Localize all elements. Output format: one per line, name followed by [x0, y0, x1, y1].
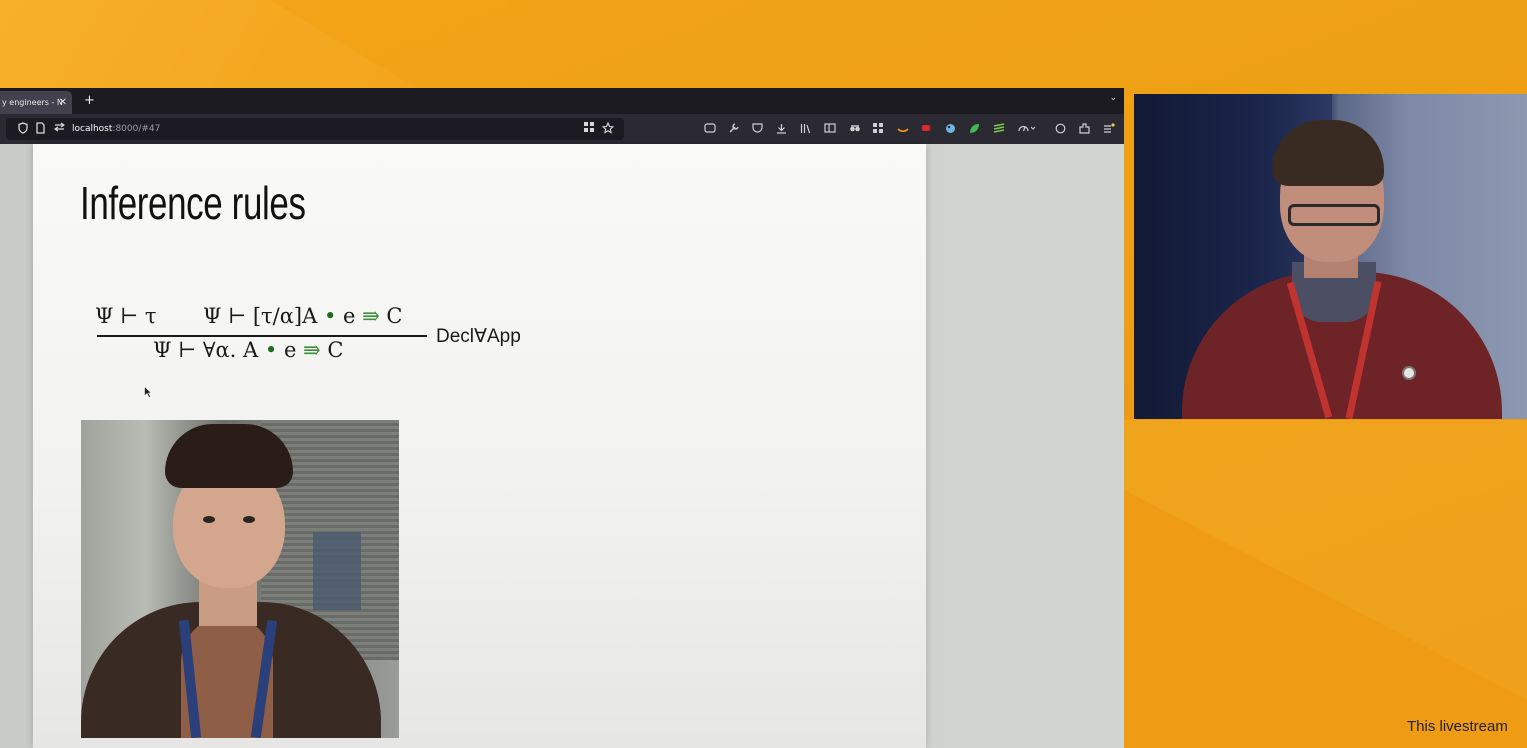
browser-window: y engineers - N ✕ + ⌄ localhost:8000/#47 [0, 88, 1124, 748]
inference-rule: Ψ ⊢ τ Ψ ⊢ [τ/α]A • e ⇛ C Ψ ⊢ ∀α. A • e ⇛… [95, 304, 555, 374]
record-extension-icon[interactable] [921, 123, 931, 137]
application-dot: • [323, 304, 337, 328]
list-tabs-button[interactable]: ⌄ [1109, 93, 1117, 103]
mouse-cursor-icon [144, 386, 152, 398]
stack-extension-icon[interactable] [993, 123, 1005, 137]
amazon-extension-icon[interactable] [897, 123, 909, 137]
synthesis-arrow: ⇛ [303, 338, 321, 362]
background-facet [0, 0, 420, 90]
close-tab-icon[interactable]: ✕ [59, 91, 67, 114]
speaker-glasses [1288, 204, 1380, 226]
premise-1: Ψ ⊢ τ [95, 304, 157, 328]
eye [243, 516, 255, 523]
meme-photo [81, 420, 399, 738]
palette-extension-icon[interactable] [945, 123, 956, 138]
conclusion-suffix: C [320, 338, 344, 362]
presentation-slide: Inference rules Ψ ⊢ τ Ψ ⊢ [τ/α]A • e ⇛ C… [33, 144, 926, 748]
sidebar-icon[interactable] [824, 123, 836, 137]
url-path: :8000/#47 [112, 124, 161, 134]
url-host: localhost [72, 124, 113, 134]
premise-2-prefix: Ψ ⊢ [τ/α]A [203, 304, 324, 328]
url-text[interactable]: localhost:8000/#47 [72, 122, 160, 136]
bookmark-star-icon[interactable] [601, 121, 615, 139]
premise-2: Ψ ⊢ [τ/α]A • e ⇛ C [203, 304, 402, 328]
library-icon[interactable] [800, 123, 811, 138]
application-dot: • [264, 338, 278, 362]
tab-bar: y engineers - N ✕ + ⌄ [0, 88, 1124, 114]
premise-2-suffix: C [379, 304, 403, 328]
shield-icon[interactable] [18, 122, 28, 139]
permissions-icon[interactable] [53, 122, 66, 137]
synthesis-arrow: ⇛ [362, 304, 380, 328]
slide-title: Inference rules [80, 177, 306, 229]
extensions-puzzle-icon[interactable] [1079, 123, 1090, 138]
url-bar[interactable]: localhost:8000/#47 [6, 118, 624, 140]
conclusion: Ψ ⊢ ∀α. A • e ⇛ C [153, 338, 343, 362]
incognito-icon[interactable] [849, 123, 861, 137]
tab-title: y engineers - N [2, 98, 63, 107]
speedometer-icon[interactable] [1018, 123, 1036, 137]
wall-poster [313, 532, 361, 610]
eye [203, 516, 215, 523]
leaf-extension-icon[interactable] [969, 123, 980, 138]
new-tab-button[interactable]: + [84, 91, 95, 111]
grid-icon[interactable] [584, 122, 594, 137]
wrench-icon[interactable] [728, 123, 739, 138]
conclusion-prefix: Ψ ⊢ ∀α. A [153, 338, 265, 362]
premise-2-mid: e [336, 304, 363, 328]
speaker-camera-feed [1134, 94, 1527, 419]
extension-icon[interactable] [704, 123, 716, 137]
download-icon[interactable] [776, 123, 787, 138]
rule-fraction-line [97, 335, 427, 337]
rule-name: Decl∀App [436, 326, 521, 347]
conclusion-mid: e [277, 338, 304, 362]
navigation-toolbar: localhost:8000/#47 [0, 114, 1124, 144]
pocket-icon[interactable] [752, 123, 763, 137]
livestream-caption: This livestream [1407, 718, 1508, 735]
page-viewport: Inference rules Ψ ⊢ τ Ψ ⊢ [τ/α]A • e ⇛ C… [0, 144, 1124, 748]
browser-tab[interactable]: y engineers - N ✕ [0, 91, 72, 114]
speaker-pin-badge [1402, 366, 1416, 380]
apps-icon[interactable] [873, 123, 883, 137]
hair [165, 424, 293, 488]
menu-icon[interactable] [1103, 123, 1115, 138]
circle-extension-icon[interactable] [1055, 123, 1066, 138]
page-icon[interactable] [36, 122, 45, 139]
